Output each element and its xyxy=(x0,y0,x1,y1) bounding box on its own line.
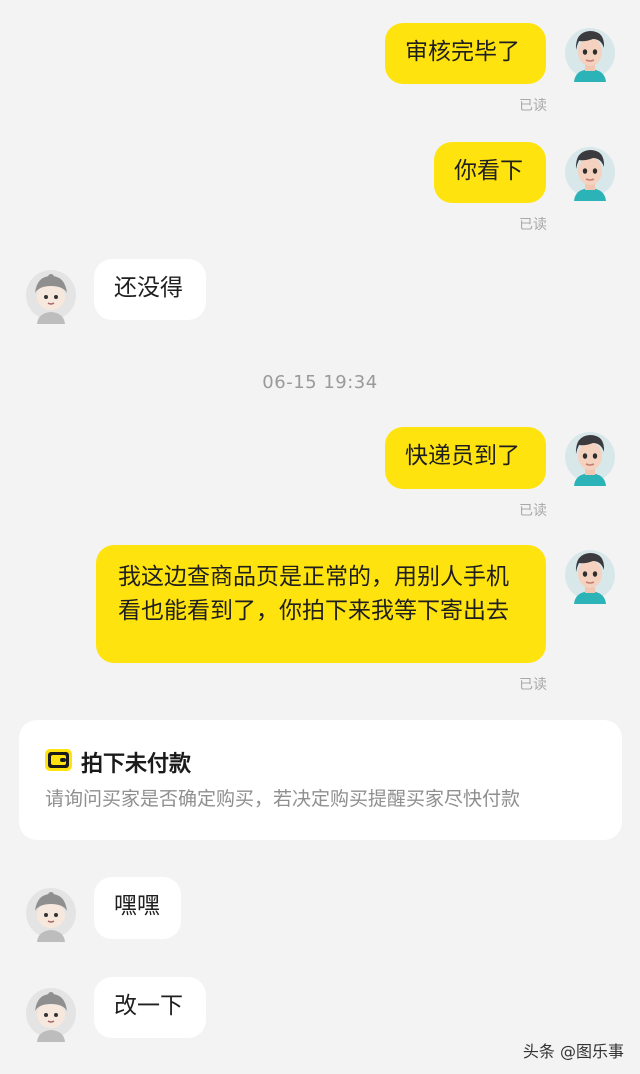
chat-screen: 审核完毕了 已读 你看下 已读 还没得 06-15 19:34 快递员到了 已读… xyxy=(0,0,640,1074)
peer-avatar-icon[interactable] xyxy=(26,984,76,1042)
message-bubble-sent[interactable]: 快递员到了 xyxy=(385,427,546,489)
read-receipt: 已读 xyxy=(519,98,547,114)
read-receipt: 已读 xyxy=(519,503,547,519)
order-status-description: 请询问买家是否确定购买，若决定购买提醒买家尽快付款 xyxy=(45,788,521,810)
message-bubble-received[interactable]: 还没得 xyxy=(94,259,206,320)
message-bubble-sent[interactable]: 你看下 xyxy=(434,142,546,203)
order-status-card[interactable]: 拍下未付款 请询问买家是否确定购买，若决定购买提醒买家尽快付款 xyxy=(19,720,622,840)
peer-avatar-icon[interactable] xyxy=(26,266,76,324)
message-bubble-sent[interactable]: 审核完毕了 xyxy=(385,23,546,84)
message-bubble-received[interactable]: 改一下 xyxy=(94,977,206,1038)
read-receipt: 已读 xyxy=(519,217,547,233)
order-status-title: 拍下未付款 xyxy=(81,752,192,777)
my-avatar-icon[interactable] xyxy=(565,428,615,486)
message-bubble-received[interactable]: 嘿嘿 xyxy=(94,877,181,939)
chat-timestamp: 06-15 19:34 xyxy=(262,372,378,393)
my-avatar-icon[interactable] xyxy=(565,24,615,82)
read-receipt: 已读 xyxy=(519,677,547,693)
message-bubble-sent[interactable]: 我这边查商品页是正常的，用别人手机看也能看到了，你拍下来我等下寄出去 xyxy=(96,545,546,663)
my-avatar-icon[interactable] xyxy=(565,143,615,201)
watermark: 头条 @图乐事 xyxy=(522,1042,624,1061)
peer-avatar-icon[interactable] xyxy=(26,884,76,942)
wallet-icon xyxy=(45,749,72,771)
my-avatar-icon[interactable] xyxy=(565,546,615,604)
